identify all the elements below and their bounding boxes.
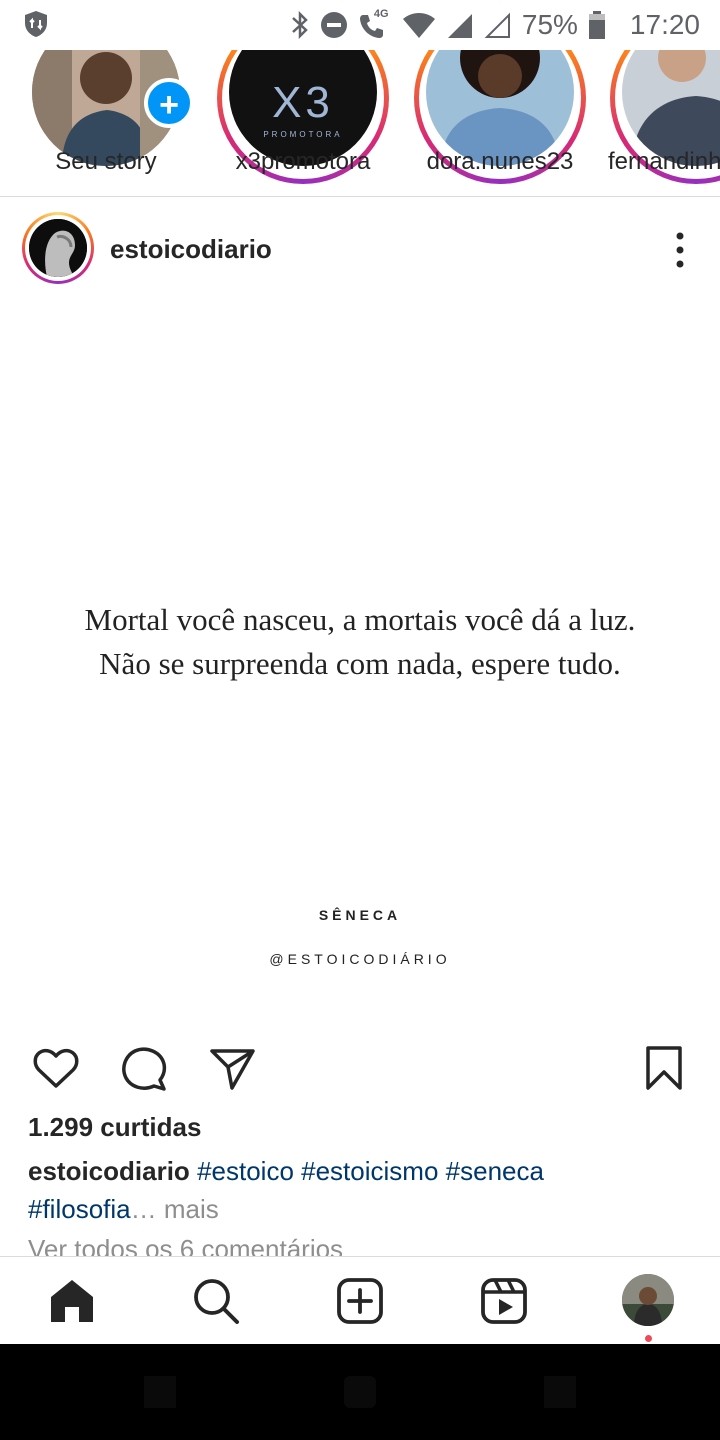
save-icon[interactable] <box>640 1044 688 1092</box>
add-story-button[interactable]: + <box>144 78 194 128</box>
hashtag[interactable]: #filosofia <box>28 1194 131 1224</box>
home-icon[interactable] <box>48 1277 96 1325</box>
battery-percent: 75% <box>521 9 578 40</box>
quote-handle: @ESTOICODIÁRIO <box>269 951 451 967</box>
signal-empty-icon <box>484 12 510 38</box>
network-type-label: 4G <box>373 8 389 20</box>
data-saver-icon <box>22 10 50 38</box>
quote-author: SÊNECA <box>318 907 402 923</box>
story-label: dora.nunes23 <box>426 148 574 175</box>
post-image[interactable]: Mortal você nasceu, a mortais você dá a … <box>0 302 720 1022</box>
more-options-icon[interactable] <box>670 232 690 268</box>
signal-icon <box>447 14 472 38</box>
status-bar: 4G 75% 17:20 <box>0 0 720 50</box>
bluetooth-icon <box>292 10 308 40</box>
profile-avatar[interactable] <box>622 1274 674 1326</box>
story-label: x3promotora <box>235 148 371 175</box>
recents-icon[interactable] <box>540 1374 580 1415</box>
wifi-icon <box>402 13 435 38</box>
caption-more-link[interactable]: mais <box>164 1194 219 1224</box>
clock: 17:20 <box>629 9 700 40</box>
battery-icon <box>588 11 605 39</box>
likes-count[interactable]: 1.299 curtidas <box>28 1112 201 1143</box>
view-comments-link[interactable]: Ver todos os 6 comentários <box>28 1234 343 1256</box>
comment-icon[interactable] <box>120 1044 168 1092</box>
post-header: estoicodiario <box>0 198 720 302</box>
quote-text: Mortal você nasceu, a mortais você dá a … <box>84 602 636 681</box>
search-icon[interactable] <box>192 1277 240 1325</box>
post-caption: estoicodiario #estoico #estoicismo #sene… <box>28 1152 688 1228</box>
bottom-nav <box>0 1256 720 1345</box>
new-post-icon[interactable] <box>336 1277 384 1325</box>
back-icon[interactable] <box>140 1374 180 1415</box>
x3-logo-subtext: PROMOTORA <box>263 130 343 139</box>
hashtag[interactable]: #estoico <box>197 1156 294 1186</box>
hashtag[interactable]: #estoicismo <box>301 1156 438 1186</box>
share-icon[interactable] <box>208 1044 256 1092</box>
story-label: Seu story <box>55 148 157 175</box>
hashtag[interactable]: #seneca <box>446 1156 544 1186</box>
stories-tray: + Seu story X3 PROMOTORA x3promotora dor… <box>0 48 720 197</box>
like-icon[interactable] <box>32 1044 80 1092</box>
post-author-avatar[interactable] <box>22 212 94 284</box>
post-username[interactable]: estoicodiario <box>110 234 272 265</box>
story-label: fernandinh <box>608 148 720 175</box>
do-not-disturb-icon <box>320 12 347 38</box>
reels-icon[interactable] <box>480 1277 528 1325</box>
notification-dot <box>645 1335 652 1342</box>
x3-logo-text: X3 <box>272 78 334 127</box>
post-actions <box>0 1038 720 1098</box>
caption-username[interactable]: estoicodiario <box>28 1156 190 1186</box>
caption-ellipsis: … <box>130 1194 157 1224</box>
system-nav-bar <box>0 1344 720 1440</box>
volte-call-icon: 4G <box>358 8 392 40</box>
home-circle-icon[interactable] <box>340 1374 380 1415</box>
